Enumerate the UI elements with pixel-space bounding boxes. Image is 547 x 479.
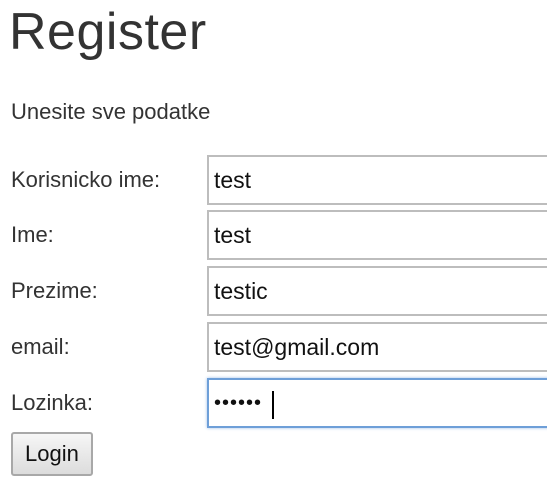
password-input[interactable]	[207, 378, 547, 428]
form-row-email: email:	[0, 322, 547, 374]
password-label: Lozinka:	[11, 390, 93, 415]
email-input[interactable]	[207, 322, 547, 372]
form-row-last-name: Prezime:	[0, 266, 547, 318]
login-button[interactable]: Login	[11, 432, 93, 476]
last-name-input[interactable]	[207, 266, 547, 316]
register-page: Register Unesite sve podatke Korisnicko …	[0, 0, 547, 479]
form-row-username: Korisnicko ime:	[0, 155, 547, 207]
form-row-first-name: Ime:	[0, 210, 547, 262]
username-input[interactable]	[207, 155, 547, 205]
text-caret	[272, 391, 274, 419]
username-label: Korisnicko ime:	[11, 167, 161, 192]
page-title: Register	[9, 3, 207, 61]
first-name-label: Ime:	[11, 222, 54, 247]
first-name-input[interactable]	[207, 210, 547, 260]
page-subtitle: Unesite sve podatke	[11, 99, 211, 124]
last-name-label: Prezime:	[11, 278, 98, 303]
form-row-password: Lozinka:	[0, 378, 547, 430]
email-label: email:	[11, 334, 70, 359]
